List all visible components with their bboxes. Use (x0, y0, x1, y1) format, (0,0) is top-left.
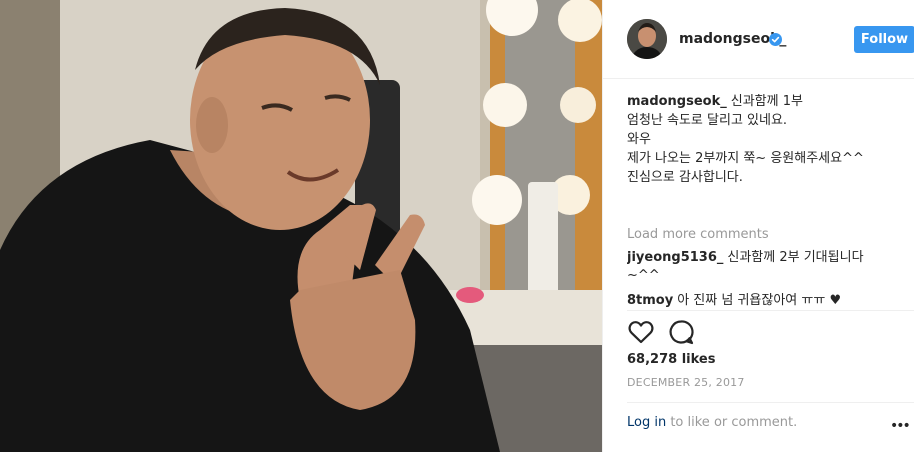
comment-text-continued: ~^^ (627, 268, 660, 283)
verified-badge-icon (769, 33, 782, 46)
login-link[interactable]: Log in (627, 415, 666, 430)
avatar[interactable] (627, 19, 667, 59)
caption: madongseok_ 신과함께 1부 엄청난 속도로 달리고 있네요. 와우 제… (627, 92, 909, 187)
more-options-icon[interactable]: ••• (890, 418, 911, 434)
follow-button[interactable]: Follow (854, 26, 914, 53)
login-prompt-text: to like or comment. (666, 415, 798, 430)
caption-line: 와우 (627, 132, 651, 147)
comment-item: 8tmoy 아 진짜 넘 귀욥잖아여 ㅠㅠ ♥ (627, 292, 909, 308)
post-sidebar: madongseok_ Follow madongseok_ 신과함께 1부 엄청… (602, 0, 914, 452)
post-date: DECEMBER 25, 2017 (627, 376, 745, 389)
comment-username[interactable]: jiyeong5136_ (627, 250, 723, 265)
login-prompt: Log in to like or comment. (627, 415, 797, 430)
caption-line: 제가 나오는 2부까지 쭉~ 응원해주세요^^ (627, 151, 864, 166)
comment-text: 신과함께 2부 기대됩니다 (727, 250, 864, 265)
post-header: madongseok_ Follow (603, 0, 914, 79)
caption-line: 신과함께 1부 (730, 94, 803, 109)
caption-line: 진심으로 감사합니다. (627, 170, 743, 185)
comment-bubble-icon[interactable] (667, 318, 695, 346)
comments-list: madongseok_ 신과함께 1부 엄청난 속도로 달리고 있네요. 와우 제… (627, 92, 909, 308)
caption-line: 엄청난 속도로 달리고 있네요. (627, 113, 788, 128)
like-count[interactable]: 68,278 likes (627, 352, 715, 367)
comment-text: 아 진짜 넘 귀욥잖아여 ㅠㅠ ♥ (677, 293, 842, 308)
comment-username[interactable]: 8tmoy (627, 293, 673, 308)
post-photo[interactable] (0, 0, 602, 452)
caption-username[interactable]: madongseok_ (627, 94, 727, 109)
section-divider (627, 402, 914, 403)
comment-item: jiyeong5136_ 신과함께 2부 기대됩니다 ~^^ (627, 249, 909, 285)
heart-icon[interactable] (627, 318, 655, 346)
load-more-comments-link[interactable]: Load more comments (627, 225, 769, 244)
section-divider (627, 310, 914, 311)
